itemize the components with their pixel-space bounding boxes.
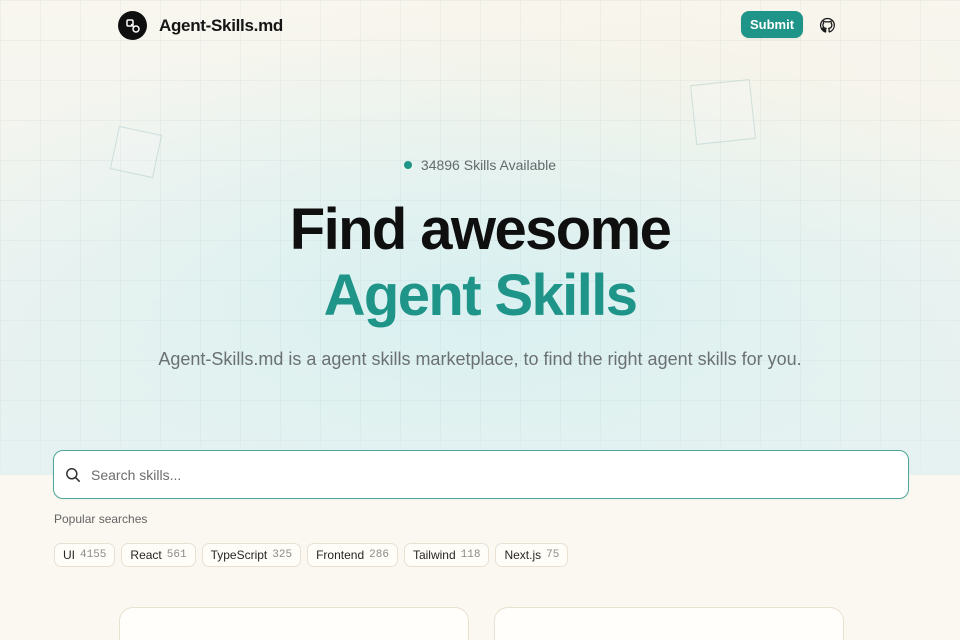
skills-available-text: 34896 Skills Available [420,157,557,173]
tag-ui[interactable]: UI 4155 [54,543,116,567]
tag-name: Next.js [504,548,542,562]
headline-line-1: Find awesome [289,197,672,262]
popular-tags: UI 4155 React 561 TypeScript 325 Fronten… [54,543,569,567]
headline-line-2: Agent Skills [323,263,638,328]
hero-headline: Find awesome Agent Skills [0,197,960,329]
search-icon [64,466,82,484]
search-box[interactable] [53,450,909,499]
skill-card[interactable] [494,607,844,640]
link-shapes-icon [118,11,147,40]
tag-name: Frontend [316,548,365,562]
site-name: Agent-Skills.md [159,15,283,35]
tag-react[interactable]: React 561 [121,543,196,567]
logo-link[interactable]: Agent-Skills.md [118,11,283,40]
tag-name: React [130,548,162,562]
tag-typescript[interactable]: TypeScript 325 [201,543,302,567]
submit-button[interactable]: Submit [741,11,803,38]
popular-searches-label: Popular searches [54,512,148,526]
search-input[interactable] [89,453,908,496]
tag-count: 286 [369,549,389,561]
site-header: Agent-Skills.md Submit [0,0,960,50]
tag-name: UI [63,548,75,562]
tag-name: TypeScript [210,548,268,562]
tag-count: 4155 [80,549,107,561]
page: Agent-Skills.md Submit 34896 Skills Avai… [0,0,960,640]
github-icon[interactable] [816,14,838,36]
tag-name: Tailwind [412,548,456,562]
hero-subtitle: Agent-Skills.md is a agent skills market… [158,349,802,369]
tag-count: 75 [546,549,560,561]
skill-card[interactable] [119,607,469,640]
tag-frontend[interactable]: Frontend 286 [307,543,398,567]
tag-nextjs[interactable]: Next.js 75 [495,543,569,567]
tag-tailwind[interactable]: Tailwind 118 [403,543,490,567]
tag-count: 561 [166,549,187,561]
decorative-square [690,79,756,145]
tag-count: 325 [272,549,293,561]
status-dot-icon [403,161,412,169]
tag-count: 118 [460,549,481,561]
skills-available-badge: 34896 Skills Available [0,157,960,173]
